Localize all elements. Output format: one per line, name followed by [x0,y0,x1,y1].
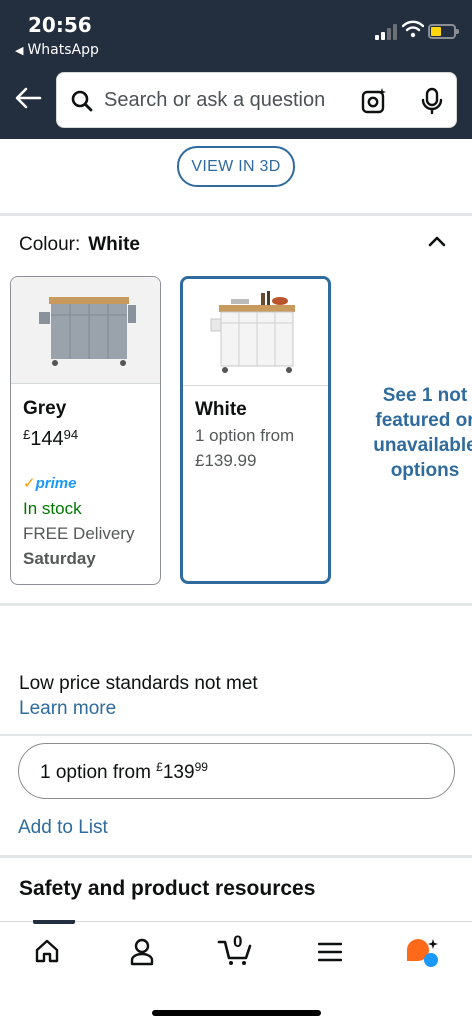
rufus-assistant-icon[interactable] [405,936,441,970]
active-tab-indicator [33,920,75,924]
menu-icon[interactable] [318,941,342,963]
battery-icon [428,24,459,39]
section-divider [0,855,472,858]
bottom-navigation: 0 [0,920,472,1024]
see-more-line: See 1 not [382,385,468,406]
search-icon [71,90,93,112]
home-icon[interactable] [33,937,61,965]
signal-icon [375,22,397,40]
chevron-up-icon[interactable] [428,234,446,248]
back-triangle-icon: ◀ [15,44,24,57]
product-image-white [183,279,328,386]
variant-name: White [195,399,247,420]
microphone-icon[interactable] [421,87,443,115]
back-app-label: WhatsApp [27,42,99,58]
colour-selected-value: White [88,234,140,255]
section-divider [0,734,472,736]
prime-badge: ✓prime [23,475,77,492]
variant-options-price: £139.99 [195,451,257,470]
app-header: 20:56 ◀ WhatsApp Search or ask a question [0,0,472,139]
cart-count-badge: 0 [233,932,243,951]
learn-more-link[interactable]: Learn more [19,698,116,720]
see-more-line: options [390,460,460,481]
back-to-app-link[interactable]: ◀ WhatsApp [15,42,99,58]
account-icon[interactable] [128,937,156,967]
section-title-safety[interactable]: Safety and product resources [19,877,315,901]
variant-name: Grey [23,398,67,419]
colour-label: Colour: [19,234,81,255]
see-unavailable-options-link[interactable]: See 1 not featured or unavailable option… [360,383,472,483]
delivery-day: Saturday [23,549,96,568]
section-divider [0,213,472,216]
variant-card-white[interactable]: White 1 option from £139.99 [180,276,331,584]
add-to-list-link[interactable]: Add to List [18,817,108,839]
product-image-grey [11,277,160,384]
stock-status: In stock [23,499,82,518]
see-more-line: unavailable [373,435,472,456]
wifi-icon [402,20,424,38]
buying-options-button[interactable]: 1 option from £13999 [18,743,455,799]
cart-button[interactable]: 0 [216,928,256,968]
camera-lens-icon[interactable] [360,87,388,115]
section-divider [0,603,472,606]
colour-selector-header: Colour: White [19,234,140,256]
low-price-notice: Low price standards not met [19,673,258,694]
back-arrow-icon[interactable] [14,86,42,110]
view-in-3d-button[interactable]: VIEW IN 3D [177,146,295,187]
variant-options-text: 1 option from [195,426,295,445]
buying-options-text: 1 option from £13999 [40,760,208,783]
delivery-info: FREE Delivery [23,524,135,543]
search-input[interactable]: Search or ask a question [56,72,457,128]
status-time: 20:56 [28,13,92,37]
variant-price: £14494 [23,427,79,450]
search-placeholder: Search or ask a question [104,89,326,111]
home-indicator [152,1010,321,1016]
variant-card-grey[interactable]: Grey £14494 ✓prime In stock FREE Deliver… [10,276,161,585]
prime-check-icon: ✓ [23,475,36,492]
see-more-line: featured or [375,410,472,431]
